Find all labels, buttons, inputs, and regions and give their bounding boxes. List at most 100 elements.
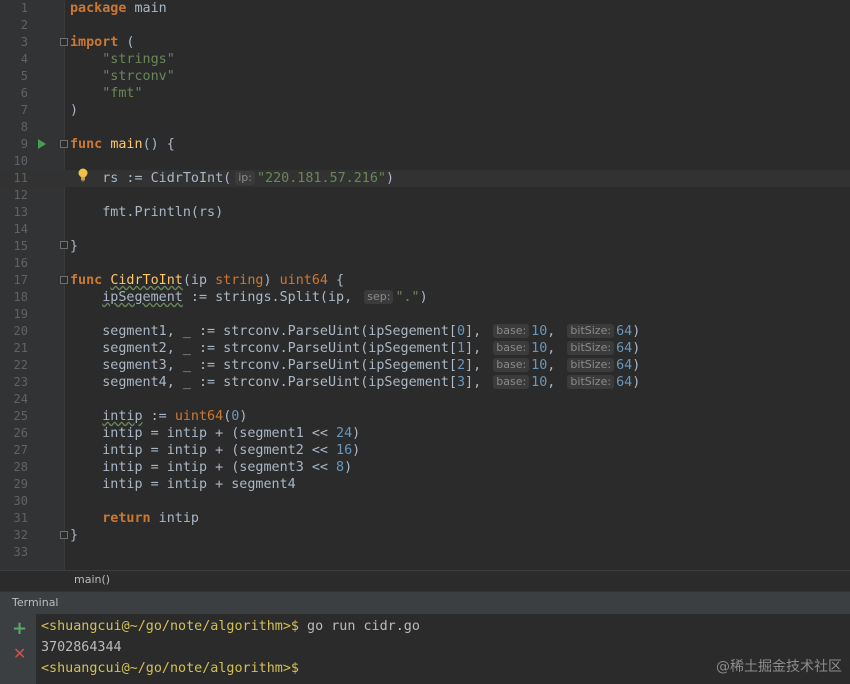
code-token: intip = intip + (segment1 << <box>102 426 337 441</box>
close-session-icon[interactable]: ✕ <box>13 645 26 663</box>
code-line[interactable]: 22 segment3, _ := strconv.ParseUint(ipSe… <box>0 357 850 374</box>
code-token: segment2, _ := strconv.ParseUint(ipSegem… <box>102 341 457 356</box>
code-token: , <box>547 375 564 390</box>
code-line[interactable]: 30 <box>0 493 850 510</box>
code-token: , <box>547 324 564 339</box>
line-number: 11 <box>13 171 28 185</box>
number-literal: 8 <box>336 460 345 475</box>
line-number: 2 <box>20 18 28 32</box>
number-literal: 64 <box>616 358 633 373</box>
code-editor[interactable]: 1 package main 2 3 import (4 "strings" 5 "str… <box>0 0 850 570</box>
code-line[interactable]: 27 intip = intip + (segment2 << 16) <box>0 442 850 459</box>
string-literal: "fmt" <box>102 86 143 101</box>
type-name: uint64 <box>279 273 328 288</box>
parameter-hint: bitSize: <box>567 358 615 372</box>
code-line[interactable]: 14 <box>0 221 850 238</box>
string-literal: "." <box>395 290 420 305</box>
code-line[interactable]: 15} <box>0 238 850 255</box>
parameter-hint: base: <box>493 375 530 389</box>
line-number: 29 <box>13 477 28 491</box>
line-number: 26 <box>13 426 28 440</box>
code-line[interactable]: 18 ipSegement := strings.Split(ip, sep: "… <box>0 289 850 306</box>
code-line[interactable]: 6 "fmt" <box>0 85 850 102</box>
code-token: ], <box>465 375 490 390</box>
code-text: } <box>70 527 78 544</box>
parameter-hint: base: <box>493 341 530 355</box>
code-line[interactable]: 2 <box>0 17 850 34</box>
code-text: segment4, _ := strconv.ParseUint(ipSegem… <box>70 374 640 391</box>
line-number: 3 <box>20 35 28 49</box>
terminal-command: go run cidr.go <box>298 619 420 634</box>
code-line[interactable]: 17 func CidrToInt(ip string) uint64 { <box>0 272 850 289</box>
code-line[interactable]: 4 "strings" <box>0 51 850 68</box>
type-name: string <box>215 273 264 288</box>
code-token: ], <box>465 341 490 356</box>
code-line[interactable]: 10 <box>0 153 850 170</box>
new-session-plus-icon[interactable]: + <box>12 620 27 638</box>
line-number: 14 <box>13 222 28 236</box>
code-token: ) <box>386 171 395 186</box>
line-number: 27 <box>13 443 28 457</box>
code-line[interactable]: 9 func main() { <box>0 136 850 153</box>
code-token: fmt.Println(rs) <box>102 205 224 220</box>
code-line[interactable]: 23 segment4, _ := strconv.ParseUint(ipSe… <box>0 374 850 391</box>
code-line[interactable]: 28 intip = intip + (segment3 << 8) <box>0 459 850 476</box>
code-line[interactable]: 31 return intip <box>0 510 850 527</box>
breadcrumb-item[interactable]: main() <box>74 573 110 586</box>
line-number: 8 <box>20 120 28 134</box>
lightbulb-icon[interactable] <box>78 168 88 182</box>
code-line[interactable]: 1 package main <box>0 0 850 17</box>
code-text: package main <box>70 0 167 17</box>
code-line[interactable]: 21 segment2, _ := strconv.ParseUint(ipSe… <box>0 340 850 357</box>
code-line[interactable]: 20 segment1, _ := strconv.ParseUint(ipSe… <box>0 323 850 340</box>
number-literal: 64 <box>616 324 633 339</box>
code-line[interactable]: 13 fmt.Println(rs) <box>0 204 850 221</box>
code-line[interactable]: 26 intip = intip + (segment1 << 24) <box>0 425 850 442</box>
code-token: segment4, _ := strconv.ParseUint(ipSegem… <box>102 375 457 390</box>
code-text: } <box>70 238 78 255</box>
number-literal: 10 <box>531 324 548 339</box>
code-text: "strings" <box>70 51 175 68</box>
line-number: 9 <box>20 137 28 151</box>
code-token: rs := CidrToInt( <box>102 171 232 186</box>
code-line[interactable]: 24 <box>0 391 850 408</box>
code-token: ) <box>344 460 353 475</box>
code-text: "fmt" <box>70 85 143 102</box>
number-literal: 2 <box>456 358 466 373</box>
watermark: @稀土掘金技术社区 <box>716 659 842 675</box>
code-text: intip = intip + (segment3 << 8) <box>70 459 352 476</box>
string-literal: "220.181.57.216" <box>257 171 386 186</box>
line-number: 4 <box>20 52 28 66</box>
line-number: 32 <box>13 528 28 542</box>
line-number: 12 <box>13 188 28 202</box>
code-line[interactable]: 5 "strconv" <box>0 68 850 85</box>
code-text: intip = intip + (segment2 << 16) <box>70 442 360 459</box>
line-number: 13 <box>13 205 28 219</box>
code-line[interactable]: 16 <box>0 255 850 272</box>
code-token: ], <box>465 358 490 373</box>
terminal-prompt: <shuangcui@~/go/note/algorithm>$ <box>41 661 299 676</box>
code-text: intip = intip + segment4 <box>70 476 295 493</box>
code-token: () { <box>142 137 175 152</box>
code-line[interactable]: 8 <box>0 119 850 136</box>
code-token: ) <box>352 443 361 458</box>
code-line[interactable]: 12 <box>0 187 850 204</box>
parameter-hint: ip: <box>235 171 255 185</box>
code-text: intip = intip + (segment1 << 24) <box>70 425 360 442</box>
code-line[interactable]: 3 import ( <box>0 34 850 51</box>
code-line[interactable]: 19 <box>0 306 850 323</box>
code-line[interactable]: 32} <box>0 527 850 544</box>
code-line[interactable]: 33 <box>0 544 850 561</box>
line-number: 25 <box>13 409 28 423</box>
line-number: 22 <box>13 358 28 372</box>
terminal-line: <shuangcui@~/go/note/algorithm>$ <box>41 660 299 677</box>
code-token: } <box>70 528 79 543</box>
code-line[interactable]: 25 intip := uint64(0) <box>0 408 850 425</box>
code-line[interactable]: 11 rs := CidrToInt(ip: "220.181.57.216") <box>0 170 850 187</box>
terminal-title[interactable]: Terminal <box>12 596 59 609</box>
code-text: segment3, _ := strconv.ParseUint(ipSegem… <box>70 357 640 374</box>
code-token: (ip <box>182 273 216 288</box>
code-line[interactable]: 29 intip = intip + segment4 <box>0 476 850 493</box>
code-line[interactable]: 7) <box>0 102 850 119</box>
function-name: main <box>110 137 143 152</box>
